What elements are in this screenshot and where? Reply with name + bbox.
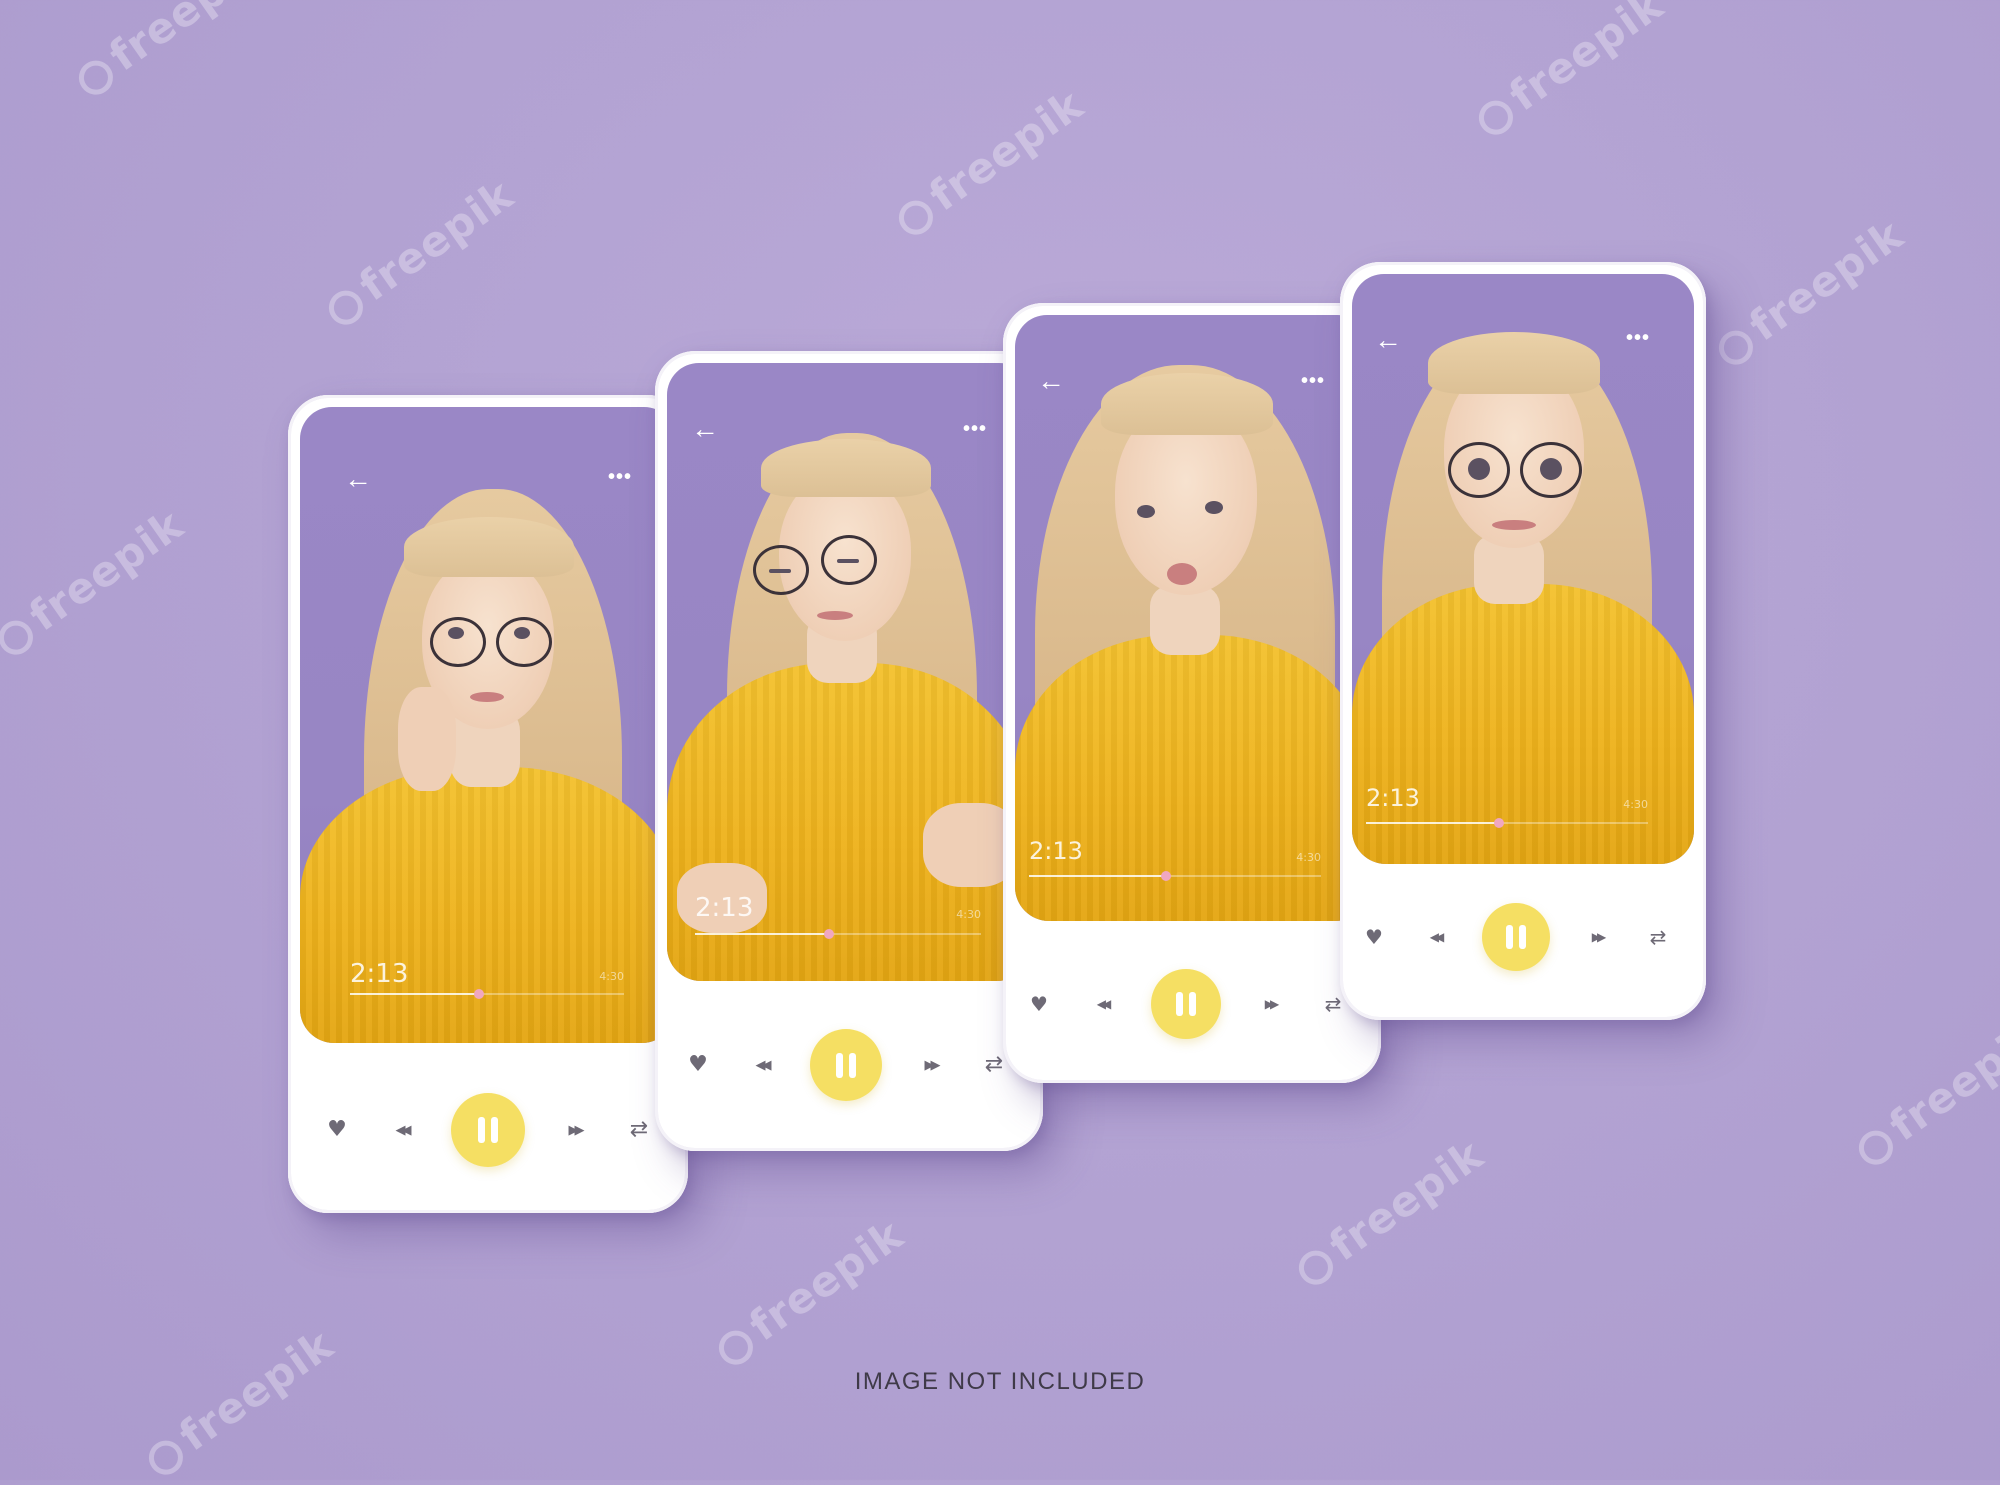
watermark-logo-icon bbox=[1291, 1243, 1340, 1291]
watermark-logo-icon bbox=[1711, 323, 1760, 371]
more-options-icon[interactable]: ••• bbox=[963, 419, 987, 439]
progress-knob[interactable] bbox=[473, 989, 484, 999]
total-time: 4:30 bbox=[1296, 851, 1321, 864]
pause-icon bbox=[849, 1052, 856, 1078]
pause-button[interactable] bbox=[810, 1029, 882, 1101]
portrait-eyes-closed-smile bbox=[667, 363, 1031, 981]
player-controls: ♥ ◀◀ ▶▶ ⇄ bbox=[1025, 968, 1347, 1040]
pause-icon bbox=[836, 1052, 843, 1078]
watermark: freepik bbox=[886, 80, 1092, 245]
watermark: freepik bbox=[1846, 1010, 2000, 1175]
watermark: freepik bbox=[316, 170, 522, 335]
rewind-icon[interactable]: ◀◀ bbox=[382, 1124, 422, 1137]
total-time: 4:30 bbox=[599, 970, 624, 983]
progress-track[interactable] bbox=[1029, 871, 1321, 881]
heart-icon[interactable]: ♥ bbox=[1025, 994, 1053, 1014]
elapsed-time: 2:13 bbox=[695, 893, 754, 923]
player-controls: ♥ ◀◀ ▶▶ ⇄ bbox=[683, 1028, 1009, 1102]
fast-forward-icon[interactable]: ▶▶ bbox=[1578, 931, 1616, 943]
heart-icon[interactable]: ♥ bbox=[1360, 927, 1388, 947]
rewind-icon[interactable]: ◀◀ bbox=[742, 1059, 782, 1072]
watermark-logo-icon bbox=[71, 53, 120, 101]
back-arrow-icon[interactable]: ← bbox=[691, 415, 719, 443]
elapsed-time: 2:13 bbox=[1366, 784, 1420, 812]
progress-fill bbox=[1029, 875, 1167, 877]
pause-button[interactable] bbox=[1482, 903, 1550, 971]
heart-icon[interactable]: ♥ bbox=[322, 1119, 352, 1141]
watermark-logo-icon bbox=[321, 283, 370, 331]
progress-fill bbox=[1366, 822, 1499, 824]
watermark: freepik bbox=[706, 1210, 912, 1375]
more-options-icon[interactable]: ••• bbox=[1626, 328, 1650, 348]
watermark-logo-icon bbox=[1471, 93, 1520, 141]
back-arrow-icon[interactable]: ← bbox=[1374, 326, 1402, 354]
pause-icon bbox=[1519, 925, 1526, 949]
repeat-icon[interactable]: ⇄ bbox=[979, 1054, 1009, 1076]
progress-track[interactable] bbox=[1366, 818, 1648, 828]
watermark-logo-icon bbox=[1851, 1123, 1900, 1171]
watermark: freepik bbox=[136, 1320, 342, 1485]
player-artwork: ← ••• 2:13 4:30 bbox=[300, 407, 676, 1043]
portrait-kiss bbox=[1015, 315, 1369, 921]
more-options-icon[interactable]: ••• bbox=[1301, 371, 1325, 391]
image-not-included-caption: IMAGE NOT INCLUDED bbox=[854, 1368, 1146, 1395]
elapsed-time: 2:13 bbox=[350, 959, 409, 989]
watermark-logo-icon bbox=[891, 193, 940, 241]
progress-fill bbox=[350, 993, 479, 995]
phone-mockup-2: ← ••• 2:13 4:30 ♥ ◀◀ ▶▶ ⇄ bbox=[655, 351, 1043, 1151]
progress-fill bbox=[695, 933, 830, 935]
rewind-icon[interactable]: ◀◀ bbox=[1083, 998, 1121, 1010]
fast-forward-icon[interactable]: ▶▶ bbox=[911, 1059, 951, 1072]
phone-mockup-3: ← ••• 2:13 4:30 ♥ ◀◀ ▶▶ ⇄ bbox=[1003, 303, 1381, 1083]
watermark: freepik bbox=[1466, 0, 1672, 145]
watermark: freepik bbox=[1706, 210, 1912, 375]
pause-icon bbox=[478, 1117, 485, 1143]
rewind-icon[interactable]: ◀◀ bbox=[1416, 931, 1454, 943]
back-arrow-icon[interactable]: ← bbox=[1037, 367, 1065, 395]
player-artwork: ← ••• 2:13 4:30 bbox=[667, 363, 1031, 981]
watermark: freepik bbox=[66, 0, 272, 105]
phone-mockup-4: ← ••• 2:13 4:30 ♥ ◀◀ ▶▶ ⇄ bbox=[1340, 262, 1706, 1020]
player-artwork: ← ••• 2:13 4:30 bbox=[1352, 274, 1694, 864]
more-options-icon[interactable]: ••• bbox=[608, 467, 632, 487]
pause-icon bbox=[491, 1117, 498, 1143]
pause-icon bbox=[1176, 992, 1183, 1016]
watermark-logo-icon bbox=[141, 1433, 190, 1481]
pause-icon bbox=[1189, 992, 1196, 1016]
total-time: 4:30 bbox=[1623, 798, 1648, 811]
phone-mockup-1: ← ••• 2:13 4:30 ♥ ◀◀ ▶▶ ⇄ bbox=[288, 395, 688, 1213]
fast-forward-icon[interactable]: ▶▶ bbox=[1251, 998, 1289, 1010]
progress-track[interactable] bbox=[350, 989, 624, 999]
total-time: 4:30 bbox=[956, 908, 981, 921]
progress-knob[interactable] bbox=[1493, 818, 1504, 828]
watermark: freepik bbox=[1286, 1130, 1492, 1295]
watermark-logo-icon bbox=[0, 613, 40, 661]
pause-button[interactable] bbox=[451, 1093, 525, 1167]
watermark-logo-icon bbox=[711, 1323, 760, 1371]
repeat-icon[interactable]: ⇄ bbox=[1644, 927, 1672, 947]
progress-track[interactable] bbox=[695, 929, 981, 939]
player-controls: ♥ ◀◀ ▶▶ ⇄ bbox=[1360, 902, 1672, 972]
heart-icon[interactable]: ♥ bbox=[683, 1054, 713, 1076]
fast-forward-icon[interactable]: ▶▶ bbox=[555, 1124, 595, 1137]
player-artwork: ← ••• 2:13 4:30 bbox=[1015, 315, 1369, 921]
watermark: freepik bbox=[0, 500, 192, 665]
pause-button[interactable] bbox=[1151, 969, 1221, 1039]
player-controls: ♥ ◀◀ ▶▶ ⇄ bbox=[322, 1092, 654, 1168]
repeat-icon[interactable]: ⇄ bbox=[624, 1119, 654, 1141]
portrait-thinking bbox=[300, 407, 676, 1043]
back-arrow-icon[interactable]: ← bbox=[344, 465, 372, 493]
pause-icon bbox=[1506, 925, 1513, 949]
portrait-surprised bbox=[1352, 274, 1694, 864]
elapsed-time: 2:13 bbox=[1029, 837, 1083, 865]
